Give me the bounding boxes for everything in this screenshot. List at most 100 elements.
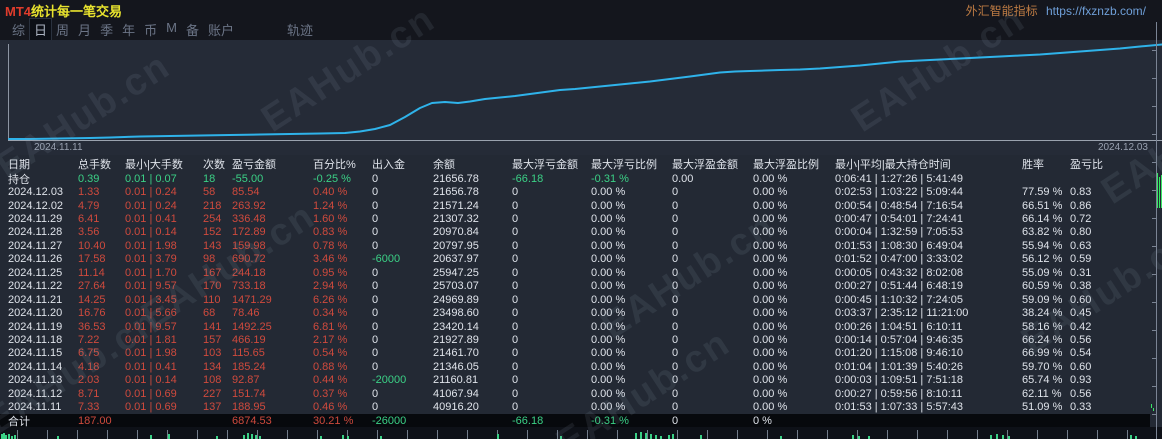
table-cell: 0 bbox=[372, 266, 379, 279]
strip-divider bbox=[767, 430, 768, 439]
menu-item-M[interactable]: M bbox=[162, 19, 181, 40]
table-cell: 0.00 % bbox=[591, 280, 626, 293]
menu-item-备[interactable]: 备 bbox=[182, 19, 203, 40]
header-cell-1: 总手数 bbox=[78, 158, 111, 171]
strip-tick bbox=[5, 435, 7, 439]
table-cell: 20797.95 bbox=[433, 239, 479, 252]
table-cell: 188.95 bbox=[232, 401, 266, 414]
table-cell: 1.33 bbox=[78, 186, 100, 199]
table-cell: -20000 bbox=[372, 374, 407, 387]
table-cell: 0 bbox=[672, 280, 679, 293]
table-cell: 18 bbox=[203, 172, 216, 185]
menu-item-年[interactable]: 年 bbox=[118, 19, 139, 40]
table-cell: 0.01 | 0.69 bbox=[125, 401, 177, 414]
strip-tick bbox=[1130, 435, 1132, 439]
table-cell: 85.54 bbox=[232, 186, 260, 199]
table-cell: 244.18 bbox=[232, 266, 266, 279]
table-cell: 66.14 % bbox=[1022, 213, 1063, 226]
strip-divider bbox=[797, 430, 798, 439]
table-cell: 0.01 | 0.14 bbox=[125, 374, 177, 387]
table-cell: 137 bbox=[203, 401, 222, 414]
strip-divider bbox=[377, 430, 378, 439]
table-row-2024.11.25: 2024.11.25 11.14 0.01 | 1.70 167 244.18 0.95 … bbox=[0, 266, 1162, 279]
brand-url-link[interactable]: https://fxznzb.com/ bbox=[1046, 4, 1146, 18]
table-cell: 0.00 % bbox=[753, 307, 788, 320]
table-cell: 0.00 % bbox=[591, 293, 626, 306]
table-cell: 0.00 % bbox=[591, 401, 626, 414]
table-cell: 1492.25 bbox=[232, 320, 272, 333]
table-cell: 0.56 bbox=[1070, 333, 1092, 346]
table-cell: 0 bbox=[672, 320, 679, 333]
table-cell: 0:00:47 | 0:54:01 | 7:24:41 bbox=[835, 213, 964, 226]
menu-item-trail[interactable]: 轨迹 bbox=[283, 19, 317, 40]
table-cell: 21307.32 bbox=[433, 213, 479, 226]
table-cell: 0.01 | 1.70 bbox=[125, 266, 177, 279]
table-cell: 0 bbox=[372, 280, 379, 293]
table-cell: 0 bbox=[672, 374, 679, 387]
menu-item-周[interactable]: 周 bbox=[52, 19, 73, 40]
table-cell: 0.00 % bbox=[753, 239, 788, 252]
mt4-stats-panel: MT4统计每一笔交易 外汇智能指标 https://fxznzb.com/ 综日… bbox=[0, 0, 1162, 439]
table-cell: 0 bbox=[512, 199, 519, 212]
table-cell: 0 bbox=[372, 213, 379, 226]
table-cell: 14.25 bbox=[78, 293, 106, 306]
table-cell: 0.01 | 1.98 bbox=[125, 239, 177, 252]
header-cell-10: 最大浮盈金额 bbox=[672, 158, 738, 171]
menu-item-月[interactable]: 月 bbox=[74, 19, 95, 40]
table-cell: 167 bbox=[203, 266, 222, 279]
menu-item-账户[interactable]: 账户 bbox=[204, 19, 238, 40]
table-cell: 1.24 % bbox=[313, 199, 348, 212]
strip-tick bbox=[342, 435, 344, 439]
header-cell-6: 出入金 bbox=[372, 158, 405, 171]
table-row-持仓: 持仓 0.39 0.01 | 0.07 18 -55.00 -0.25 % 0 21656.7… bbox=[0, 172, 1162, 186]
strip-tick bbox=[243, 435, 245, 439]
table-cell: 0.00 % bbox=[591, 213, 626, 226]
table-cell: 0.00 bbox=[672, 172, 694, 185]
table-cell: 66.51 % bbox=[1022, 199, 1063, 212]
strip-tick bbox=[668, 435, 670, 439]
strip-divider bbox=[1097, 430, 1098, 439]
menu-item-季[interactable]: 季 bbox=[96, 19, 117, 40]
table-row-2024.11.28: 2024.11.28 3.56 0.01 | 0.14 152 172.89 0.83 %… bbox=[0, 226, 1162, 239]
menu-item-日[interactable]: 日 bbox=[29, 18, 53, 41]
table-cell: 0.63 bbox=[1070, 239, 1092, 252]
table-cell: 40916.20 bbox=[433, 401, 479, 414]
table-cell: 0.83 % bbox=[313, 226, 348, 239]
table-cell: 0 bbox=[372, 172, 379, 185]
table-cell: 6.41 bbox=[78, 213, 100, 226]
menu-item-综[interactable]: 综 bbox=[8, 19, 29, 40]
table-cell: 0.00 % bbox=[753, 401, 788, 414]
table-cell: 59.09 % bbox=[1022, 293, 1063, 306]
table-cell: 2024.11.25 bbox=[8, 266, 63, 279]
header-cell-13: 胜率 bbox=[1022, 158, 1044, 171]
table-cell: 0 bbox=[672, 253, 679, 266]
table-cell: 0.00 % bbox=[753, 213, 788, 226]
table-cell: 0:00:03 | 1:09:51 | 7:51:18 bbox=[835, 374, 964, 387]
table-cell: 2024.11.21 bbox=[8, 293, 63, 306]
table-cell: 141 bbox=[203, 320, 222, 333]
strip-tick bbox=[852, 435, 854, 439]
table-cell: 0.72 bbox=[1070, 213, 1092, 226]
header-cell-3: 次数 bbox=[203, 158, 225, 171]
table-cell: 2.17 % bbox=[313, 333, 348, 346]
table-cell: -0.31 % bbox=[591, 172, 629, 185]
strip-divider bbox=[467, 430, 468, 439]
table-cell: 2024.12.02 bbox=[8, 199, 64, 212]
page-title: MT4统计每一笔交易 bbox=[5, 1, 122, 20]
table-cell: 1471.29 bbox=[232, 293, 272, 306]
table-cell: 0.00 % bbox=[591, 387, 626, 400]
table-cell: 0 % bbox=[753, 414, 772, 427]
table-cell: 2024.11.29 bbox=[8, 213, 63, 226]
table-cell: 0.01 | 0.41 bbox=[125, 213, 177, 226]
table-cell: -55.00 bbox=[232, 172, 264, 185]
table-cell: 0.01 | 9.57 bbox=[125, 280, 177, 293]
menu-item-币[interactable]: 币 bbox=[140, 19, 161, 40]
table-cell: 0 bbox=[372, 347, 379, 360]
table-cell: 6.75 bbox=[78, 347, 100, 360]
table-cell: 0:00:14 | 0:57:04 | 9:46:35 bbox=[835, 333, 964, 346]
table-cell: 60.59 % bbox=[1022, 280, 1063, 293]
table-cell: 0.00 % bbox=[753, 266, 788, 279]
strip-divider bbox=[1067, 430, 1068, 439]
table-cell: 0.38 bbox=[1070, 280, 1092, 293]
table-row-2024.11.12: 2024.11.12 8.71 0.01 | 0.69 227 151.74 0.37 %… bbox=[0, 387, 1162, 400]
